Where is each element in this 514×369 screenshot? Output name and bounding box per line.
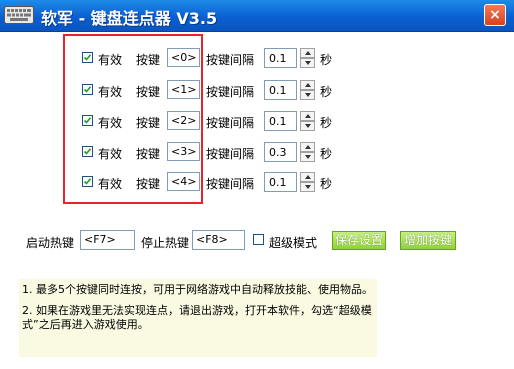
spin-down-icon[interactable] [300, 90, 315, 100]
interval-label-4: 按键间隔 [206, 177, 255, 191]
info-line-2: 2. 如果在游戏里无法实现连点，请退出游戏，打开本软件，勾选“超级模式”之后再进… [22, 304, 372, 331]
interval-spinner-3[interactable] [300, 142, 315, 162]
unit-label-1: 秒 [320, 85, 333, 99]
info-panel: 1. 最多5个按键同时连按，可用于网络游戏中自动释放技能、使用物品。 2. 如果… [19, 279, 377, 357]
stop-hotkey-label: 停止热键 [141, 236, 190, 250]
key-input-0[interactable]: <0> [167, 48, 200, 67]
super-mode-checkbox[interactable] [253, 234, 264, 245]
interval-input-1[interactable]: 0.1 [264, 80, 297, 100]
save-settings-button[interactable]: 保存设置 [332, 231, 386, 250]
valid-checkbox-4[interactable] [82, 176, 93, 187]
spin-up-icon[interactable] [300, 48, 315, 58]
start-hotkey-label: 启动热键 [26, 236, 75, 250]
key-input-2[interactable]: <2> [167, 111, 200, 130]
interval-spinner-2[interactable] [300, 111, 315, 131]
key-row-2: 有效 按键 <2> 按键间隔 0.1 秒 [0, 111, 514, 133]
keyboard-icon [4, 6, 34, 24]
valid-checkbox-2[interactable] [82, 115, 93, 126]
spin-up-icon[interactable] [300, 80, 315, 90]
interval-label-3: 按键间隔 [206, 147, 255, 161]
valid-label-0: 有效 [98, 53, 123, 67]
interval-spinner-1[interactable] [300, 80, 315, 100]
valid-checkbox-3[interactable] [82, 146, 93, 157]
title-bar[interactable]: 软军 - 键盘连点器 V3.5 × [0, 0, 514, 32]
spin-up-icon[interactable] [300, 172, 315, 182]
spin-down-icon[interactable] [300, 182, 315, 192]
key-row-4: 有效 按键 <4> 按键间隔 0.1 秒 [0, 172, 514, 194]
valid-label-2: 有效 [98, 116, 123, 130]
unit-label-0: 秒 [320, 53, 333, 67]
unit-label-3: 秒 [320, 147, 333, 161]
unit-label-4: 秒 [320, 177, 333, 191]
stop-hotkey-input[interactable]: <F8> [192, 230, 245, 250]
window-title: 软军 - 键盘连点器 V3.5 [41, 9, 218, 28]
spin-down-icon[interactable] [300, 152, 315, 162]
key-label-1: 按键 [136, 85, 161, 99]
valid-checkbox-0[interactable] [82, 52, 93, 63]
interval-spinner-4[interactable] [300, 172, 315, 192]
valid-label-3: 有效 [98, 147, 123, 161]
interval-input-0[interactable]: 0.1 [264, 48, 297, 68]
key-row-0: 有效 按键 <0> 按键间隔 0.1 秒 [0, 48, 514, 70]
start-hotkey-input[interactable]: <F7> [80, 230, 135, 250]
interval-label-0: 按键间隔 [206, 53, 255, 67]
key-label-3: 按键 [136, 147, 161, 161]
interval-label-2: 按键间隔 [206, 116, 255, 130]
valid-label-4: 有效 [98, 177, 123, 191]
interval-input-3[interactable]: 0.3 [264, 142, 297, 162]
interval-input-4[interactable]: 0.1 [264, 172, 297, 192]
key-label-2: 按键 [136, 116, 161, 130]
interval-label-1: 按键间隔 [206, 85, 255, 99]
super-mode-label: 超级模式 [269, 236, 318, 250]
valid-label-1: 有效 [98, 85, 123, 99]
spin-down-icon[interactable] [300, 121, 315, 131]
key-label-0: 按键 [136, 53, 161, 67]
spin-up-icon[interactable] [300, 111, 315, 121]
spin-down-icon[interactable] [300, 58, 315, 68]
key-input-3[interactable]: <3> [167, 142, 200, 161]
key-label-4: 按键 [136, 177, 161, 191]
key-input-4[interactable]: <4> [167, 172, 200, 191]
key-input-1[interactable]: <1> [167, 80, 200, 99]
key-row-1: 有效 按键 <1> 按键间隔 0.1 秒 [0, 80, 514, 102]
info-line-1: 1. 最多5个按键同时连按，可用于网络游戏中自动释放技能、使用物品。 [22, 283, 373, 296]
valid-checkbox-1[interactable] [82, 84, 93, 95]
add-key-button[interactable]: 增加按键 [400, 231, 456, 250]
unit-label-2: 秒 [320, 116, 333, 130]
interval-spinner-0[interactable] [300, 48, 315, 68]
close-button[interactable]: × [484, 4, 506, 26]
app-window: 软军 - 键盘连点器 V3.5 × 有效 按键 <0> 按键间隔 0.1 秒 有… [0, 0, 514, 369]
spin-up-icon[interactable] [300, 142, 315, 152]
key-row-3: 有效 按键 <3> 按键间隔 0.3 秒 [0, 142, 514, 164]
interval-input-2[interactable]: 0.1 [264, 111, 297, 131]
